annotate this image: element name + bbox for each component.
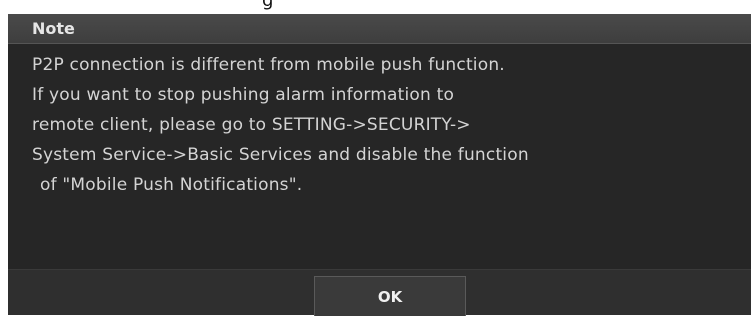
dialog-footer: OK: [8, 269, 751, 316]
dialog-titlebar: Note: [8, 14, 751, 44]
background-strip: g: [0, 0, 751, 14]
message-line: System Service->Basic Services and disab…: [32, 145, 529, 165]
message-line: P2P connection is different from mobile …: [32, 55, 505, 75]
clipped-background-text: g: [262, 0, 274, 11]
message-line: If you want to stop pushing alarm inform…: [32, 85, 455, 105]
message-line: of "Mobile Push Notifications".: [40, 175, 303, 195]
dialog-message: P2P connection is different from mobile …: [32, 50, 732, 200]
note-dialog: Note P2P connection is different from mo…: [8, 14, 751, 316]
message-line: remote client, please go to SETTING->SEC…: [32, 115, 471, 135]
ok-button[interactable]: OK: [314, 276, 466, 316]
dialog-title: Note: [32, 19, 75, 38]
